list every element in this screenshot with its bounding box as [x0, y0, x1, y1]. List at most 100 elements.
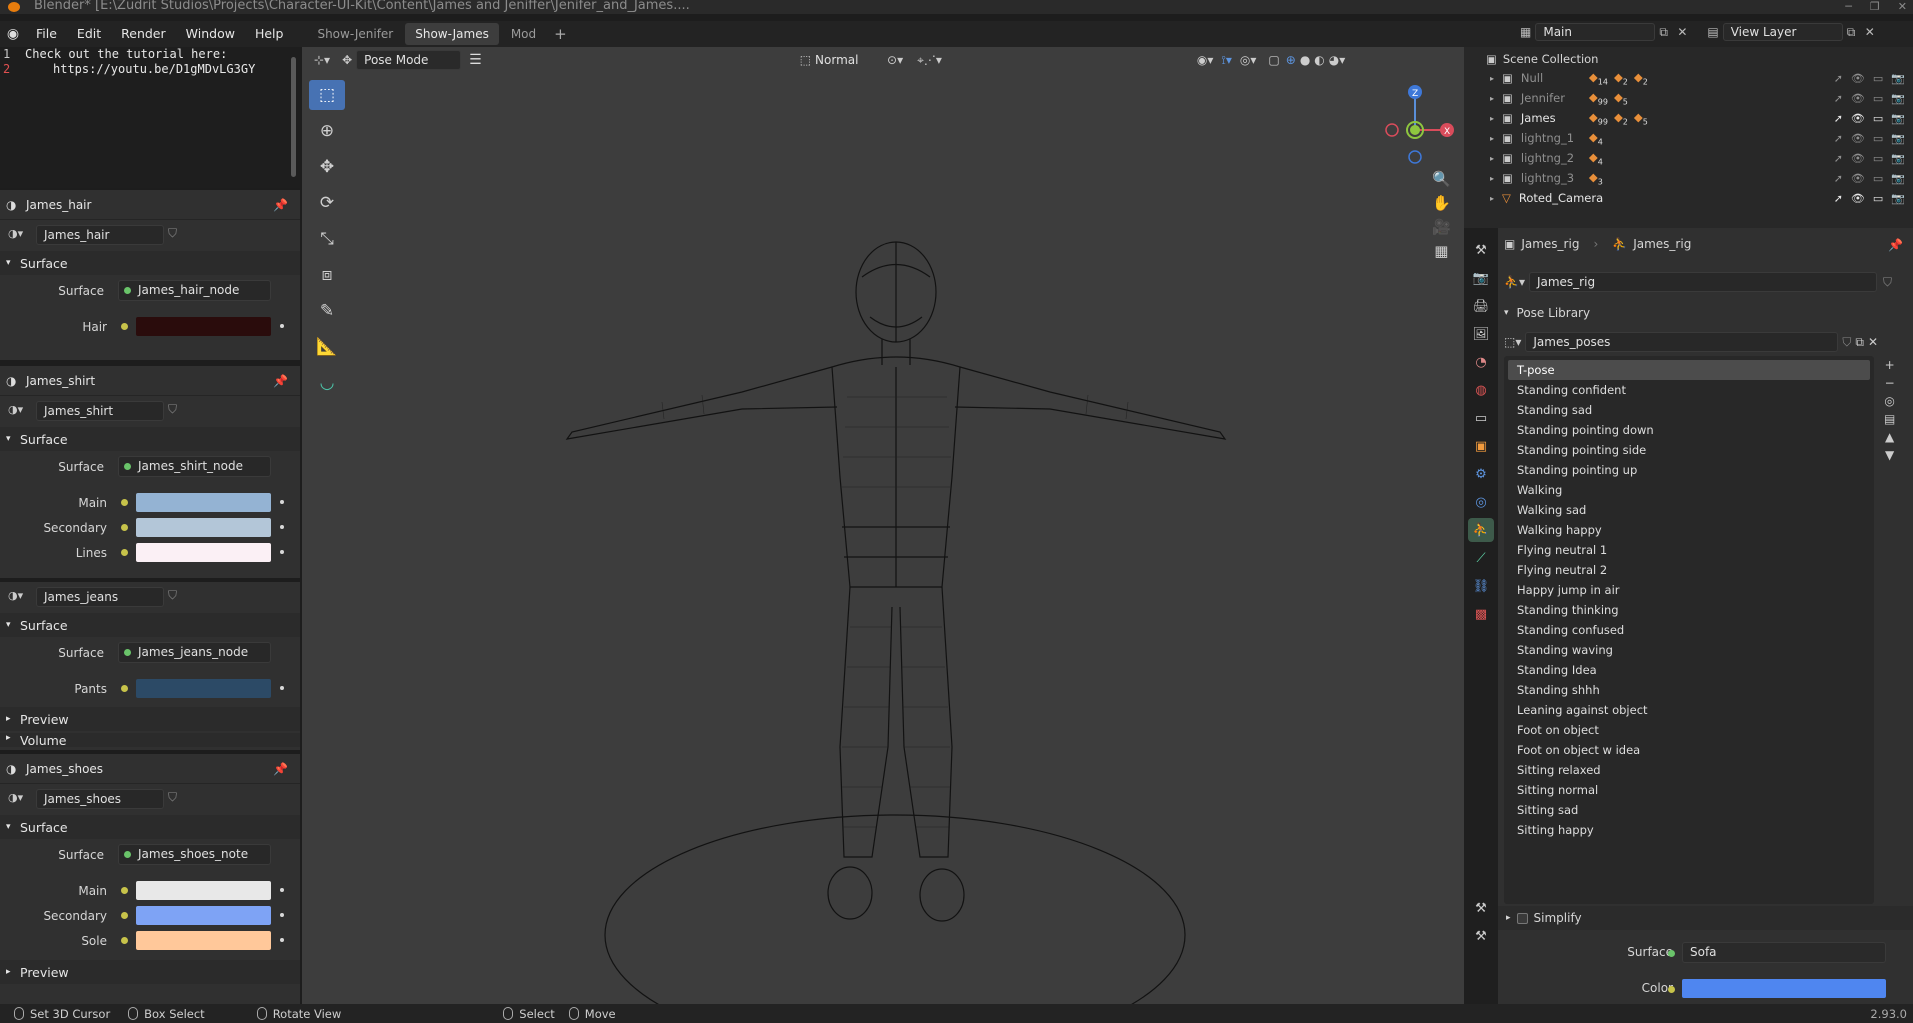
eye-icon[interactable]: 👁 — [1851, 152, 1865, 165]
expand-arrow-icon[interactable]: ▸ — [1490, 74, 1494, 83]
select-toggle-icon[interactable]: ➚ — [1834, 132, 1843, 145]
expand-arrow-icon[interactable]: ▸ — [1490, 194, 1494, 203]
outliner-item-label[interactable]: lightng_2 — [1521, 151, 1583, 165]
material-name-field[interactable]: James_hair — [36, 225, 164, 245]
pose-list-item[interactable]: Walking happy — [1504, 520, 1874, 540]
badge-icon[interactable]: ◆5 — [1614, 90, 1628, 106]
unlink-pose-library-icon[interactable]: ✕ — [1868, 335, 1878, 349]
badge-icon[interactable]: ◆3 — [1589, 170, 1603, 186]
pose-list-item[interactable]: Walking sad — [1504, 500, 1874, 520]
blender-menu-icon[interactable]: ◉ — [0, 26, 26, 42]
pivot-icon[interactable]: ⊙▾ — [887, 53, 903, 67]
badge-icon[interactable]: ◆2 — [1634, 70, 1648, 86]
pose-list-item[interactable]: Standing confused — [1504, 620, 1874, 640]
render-toggle-icon[interactable]: 📷 — [1891, 72, 1905, 85]
outliner-row[interactable]: ▸ ▣ James ◆99 ◆2 ◆5 ➚ 👁 ▭ 📷 — [1464, 108, 1913, 128]
badge-icon[interactable]: ◆5 — [1634, 110, 1648, 126]
outliner-row[interactable]: ▸ ▣ lightng_3 ◆3 ➚ 👁 ▭ 📷 — [1464, 168, 1913, 188]
orientation-selector[interactable]: Normal — [815, 53, 885, 67]
transform-tool-icon[interactable]: ⧈ — [309, 260, 345, 290]
outliner-row[interactable]: ▸ ▽ Roted_Camera ➚ 👁 ▭ 📷 — [1464, 188, 1913, 208]
keyframe-dot[interactable] — [280, 938, 284, 942]
ortho-grid-icon[interactable]: ▦ — [1434, 242, 1448, 260]
eye-icon[interactable]: 👁 — [1851, 72, 1865, 85]
output-tab-icon[interactable]: 🖨 — [1468, 294, 1494, 318]
outliner-item-label[interactable]: lightng_3 — [1521, 171, 1583, 185]
expand-arrow-icon[interactable]: ▸ — [1490, 174, 1494, 183]
section-surface[interactable]: Surface — [20, 820, 68, 835]
fake-user-shield-icon[interactable]: ⛉ — [168, 790, 177, 805]
sole-color-swatch[interactable] — [136, 931, 271, 950]
add-pose-icon[interactable]: + — [1885, 358, 1895, 372]
material-browse-icon[interactable]: ◑▾ — [8, 227, 23, 240]
keyframe-dot[interactable] — [280, 525, 284, 529]
section-surface[interactable]: Surface — [20, 256, 68, 271]
outliner-item-label[interactable]: Jennifer — [1521, 91, 1583, 105]
chevron-down-icon[interactable]: ▾ — [6, 258, 11, 268]
workspace-tab-mod[interactable]: Mod — [501, 23, 546, 45]
badge-icon[interactable]: ◆4 — [1589, 150, 1603, 166]
pose-list-item[interactable]: Standing shhh — [1504, 680, 1874, 700]
new-view-layer-icon[interactable]: ⧉ — [1847, 25, 1861, 40]
bone-tab-icon[interactable]: ⟋ — [1468, 546, 1494, 570]
texture-tab-icon[interactable]: ▩ — [1468, 602, 1494, 626]
physics-tab-icon[interactable]: ◎ — [1468, 490, 1494, 514]
viewport-toggle-icon[interactable]: ▭ — [1873, 112, 1883, 125]
mode-selector[interactable]: Pose Mode — [356, 50, 462, 70]
delete-scene-icon[interactable]: ✕ — [1677, 25, 1691, 39]
eye-icon[interactable]: 👁 — [1851, 172, 1865, 185]
delete-view-layer-icon[interactable]: ✕ — [1865, 25, 1879, 39]
zoom-icon[interactable]: 🔍 — [1432, 170, 1451, 188]
editor-type-icon[interactable]: ⊹▾ — [314, 53, 330, 67]
remove-pose-icon[interactable]: − — [1885, 376, 1895, 390]
fake-user-shield-icon[interactable]: ⛉ — [168, 402, 177, 417]
main-color-swatch[interactable] — [136, 881, 271, 900]
main-color-swatch[interactable] — [136, 493, 271, 512]
solid-shading-icon[interactable]: ● — [1300, 53, 1310, 67]
pose-list-item[interactable]: Flying neutral 2 — [1504, 560, 1874, 580]
secondary-color-swatch[interactable] — [136, 906, 271, 925]
tool-tab-icon[interactable]: ⚒ — [1468, 238, 1494, 262]
material-browse-icon[interactable]: ◑▾ — [8, 589, 23, 602]
material-browse-icon[interactable]: ◑▾ — [8, 791, 23, 804]
render-toggle-icon[interactable]: 📷 — [1891, 112, 1905, 125]
armature-data-tab-icon[interactable]: ⛹ — [1468, 518, 1494, 542]
camera-view-icon[interactable]: 🎥 — [1432, 218, 1451, 236]
surface-shader-field[interactable]: Sofa — [1682, 942, 1886, 963]
section-volume[interactable]: Volume — [20, 733, 67, 747]
section-surface[interactable]: Surface — [20, 432, 68, 447]
material-name-field[interactable]: James_shirt — [36, 401, 164, 421]
measure-tool-icon[interactable]: 📐 — [309, 332, 345, 362]
viewport-toggle-icon[interactable]: ▭ — [1873, 192, 1883, 205]
move-down-icon[interactable]: ▼ — [1885, 448, 1894, 462]
render-toggle-icon[interactable]: 📷 — [1891, 192, 1905, 205]
pin-icon[interactable]: 📌 — [273, 374, 288, 388]
keyframe-dot[interactable] — [280, 550, 284, 554]
pose-list-item[interactable]: Standing pointing down — [1504, 420, 1874, 440]
pose-list-item[interactable]: Standing sad — [1504, 400, 1874, 420]
material-name-field[interactable]: James_jeans — [36, 587, 164, 607]
section-preview[interactable]: Preview — [20, 965, 69, 980]
chevron-right-icon[interactable]: ▸ — [6, 714, 11, 724]
fake-user-shield-icon[interactable]: ⛉ — [1842, 335, 1851, 350]
workspace-tab-show-james[interactable]: Show-James — [405, 23, 499, 45]
rendered-shading-icon[interactable]: ◕▾ — [1329, 53, 1346, 67]
select-toggle-icon[interactable]: ➚ — [1834, 112, 1843, 125]
menu-edit[interactable]: Edit — [67, 21, 111, 47]
expand-arrow-icon[interactable]: ▸ — [1490, 114, 1494, 123]
pants-color-swatch[interactable] — [136, 679, 271, 698]
pose-list-item[interactable]: T-pose — [1508, 360, 1870, 380]
pose-list-item[interactable]: Flying neutral 1 — [1504, 540, 1874, 560]
lines-color-swatch[interactable] — [136, 543, 271, 562]
pose-list-item[interactable]: Sitting happy — [1504, 820, 1874, 840]
eye-icon[interactable]: 👁 — [1851, 132, 1865, 145]
pose-list-item[interactable]: Sitting sad — [1504, 800, 1874, 820]
new-pose-library-icon[interactable]: ⧉ — [1855, 335, 1864, 350]
chevron-down-icon[interactable]: ▾ — [1504, 308, 1509, 318]
pose-list-item[interactable]: Sitting normal — [1504, 780, 1874, 800]
move-up-icon[interactable]: ▲ — [1885, 430, 1894, 444]
outliner-item-label[interactable]: Null — [1521, 71, 1583, 85]
viewport-toggle-icon[interactable]: ▭ — [1873, 172, 1883, 185]
move-tool-icon[interactable]: ✥ — [309, 152, 345, 182]
pose-library-browse-icon[interactable]: ⬚▾ — [1504, 335, 1521, 349]
